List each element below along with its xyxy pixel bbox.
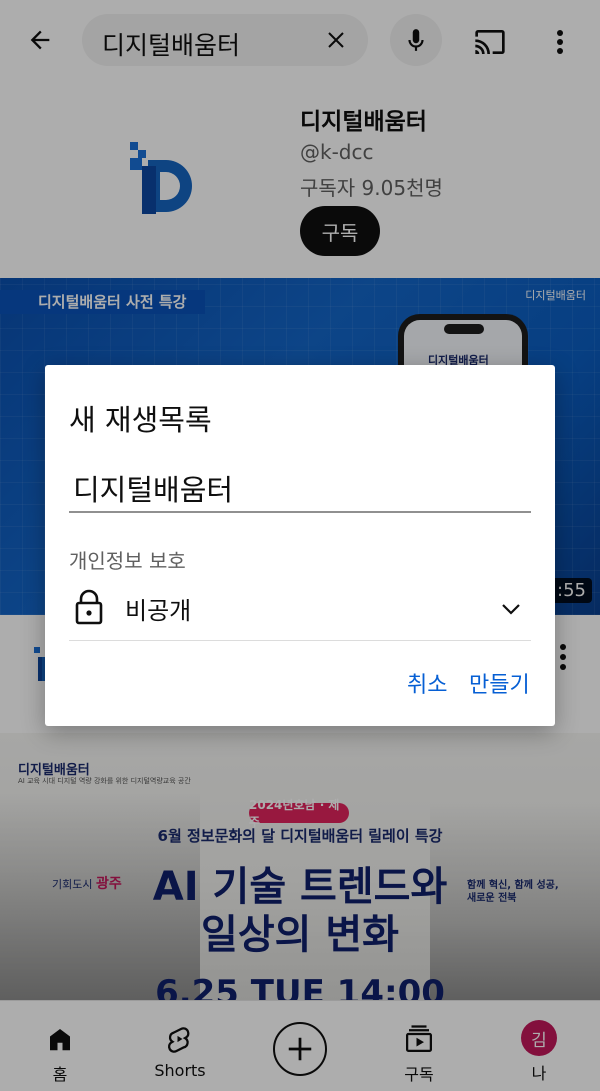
playlist-name-value: 디지털배움터 [73,473,234,507]
privacy-value: 비공개 [125,597,192,625]
lock-icon [73,589,105,625]
privacy-label: 개인정보 보호 [69,549,186,573]
privacy-select[interactable]: 비공개 [69,583,531,641]
dialog-title: 새 재생목록 [69,403,212,437]
cancel-button[interactable]: 취소 [407,667,447,699]
create-button[interactable]: 만들기 [469,667,530,699]
new-playlist-dialog: 새 재생목록 디지털배움터 개인정보 보호 비공개 취소 만들기 [45,365,555,726]
chevron-down-icon [499,597,523,621]
playlist-name-field[interactable]: 디지털배움터 [69,465,531,513]
